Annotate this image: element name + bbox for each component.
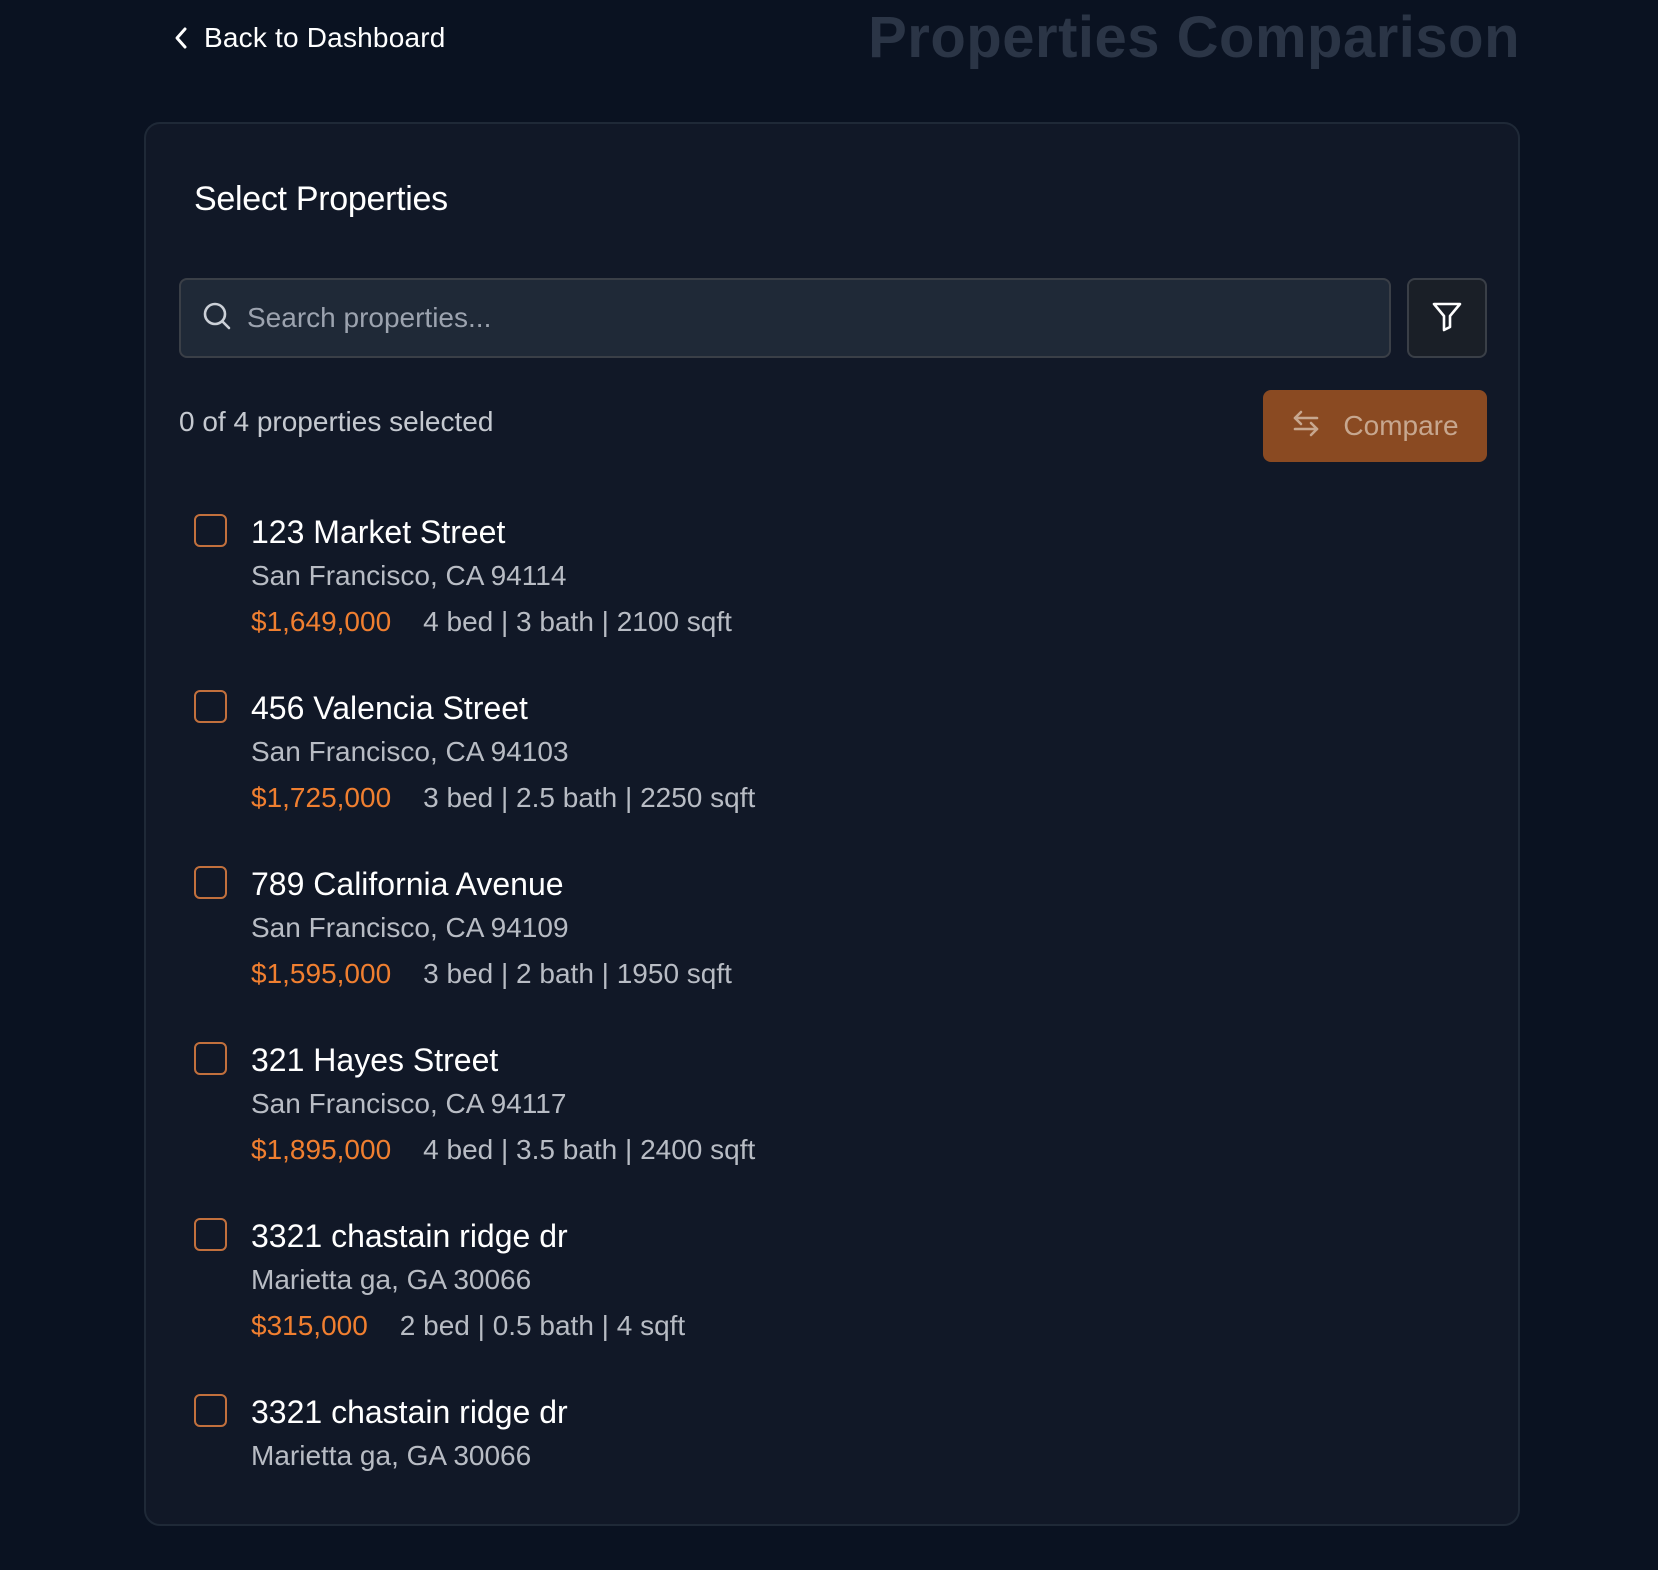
property-name: 3321 chastain ridge dr [251,1218,568,1254]
filter-button[interactable] [1407,278,1487,358]
back-link-label: Back to Dashboard [204,22,446,53]
property-specs: 2 bed | 0.5 bath | 4 sqft [399,1310,686,1341]
property-meta: $1,595,000 3 bed | 2 bath | 1950 sqft [251,958,1474,990]
property-price: $1,595,000 [251,958,392,989]
property-meta: $315,000 2 bed | 0.5 bath | 4 sqft [251,1310,1474,1342]
property-location: San Francisco, CA 94114 [251,560,567,591]
property-price: $1,649,000 [251,606,392,637]
property-meta: $1,649,000 4 bed | 3 bath | 2100 sqft [251,606,1474,638]
select-properties-card: Select Properties 0 of 4 properties sele… [144,122,1520,1526]
compare-button-label: Compare [1343,410,1459,441]
property-name: 456 Valencia Street [251,690,528,726]
property-location: Marietta ga, GA 30066 [251,1264,532,1295]
property-name: 789 California Avenue [251,866,564,902]
property-list: 123 Market Street San Francisco, CA 9411… [194,514,1474,1570]
property-price: $315,000 [251,1310,368,1341]
selected-count: 0 of 4 properties selected [179,406,494,437]
property-name: 123 Market Street [251,514,506,550]
back-to-dashboard-link[interactable]: Back to Dashboard [172,18,446,58]
property-location: San Francisco, CA 94117 [251,1088,567,1119]
search-box [179,278,1391,358]
compare-button[interactable]: Compare [1263,390,1487,462]
property-price: $1,895,000 [251,1134,392,1165]
search-icon [201,300,233,337]
property-item: 789 California Avenue San Francisco, CA … [194,866,1474,1042]
property-specs: 4 bed | 3 bath | 2100 sqft [423,606,732,637]
property-item: 3321 chastain ridge dr Marietta ga, GA 3… [194,1218,1474,1394]
swap-arrows-icon [1291,408,1321,445]
chevron-left-icon [172,25,190,51]
property-checkbox[interactable] [194,866,227,899]
property-checkbox[interactable] [194,1042,227,1075]
property-name: 3321 chastain ridge dr [251,1394,568,1430]
property-item: 3321 chastain ridge dr Marietta ga, GA 3… [194,1394,1474,1570]
property-checkbox[interactable] [194,1218,227,1251]
property-item: 321 Hayes Street San Francisco, CA 94117… [194,1042,1474,1218]
property-price: $1,725,000 [251,782,392,813]
property-specs: 3 bed | 2.5 bath | 2250 sqft [423,782,756,813]
property-meta: $1,895,000 4 bed | 3.5 bath | 2400 sqft [251,1134,1474,1166]
property-location: San Francisco, CA 94109 [251,912,569,943]
card-title: Select Properties [194,180,448,218]
property-checkbox[interactable] [194,514,227,547]
property-specs: 3 bed | 2 bath | 1950 sqft [423,958,732,989]
page-title: Properties Comparison [868,5,1520,70]
property-checkbox[interactable] [194,690,227,723]
search-input[interactable] [245,280,1389,356]
top-bar: Back to Dashboard Properties Comparison [0,0,1658,90]
filter-icon [1430,299,1464,338]
property-location: Marietta ga, GA 30066 [251,1440,532,1471]
property-location: San Francisco, CA 94103 [251,736,569,767]
property-specs: 4 bed | 3.5 bath | 2400 sqft [423,1134,756,1165]
property-meta: $1,725,000 3 bed | 2.5 bath | 2250 sqft [251,782,1474,814]
property-item: 456 Valencia Street San Francisco, CA 94… [194,690,1474,866]
property-name: 321 Hayes Street [251,1042,499,1078]
property-checkbox[interactable] [194,1394,227,1427]
property-item: 123 Market Street San Francisco, CA 9411… [194,514,1474,690]
